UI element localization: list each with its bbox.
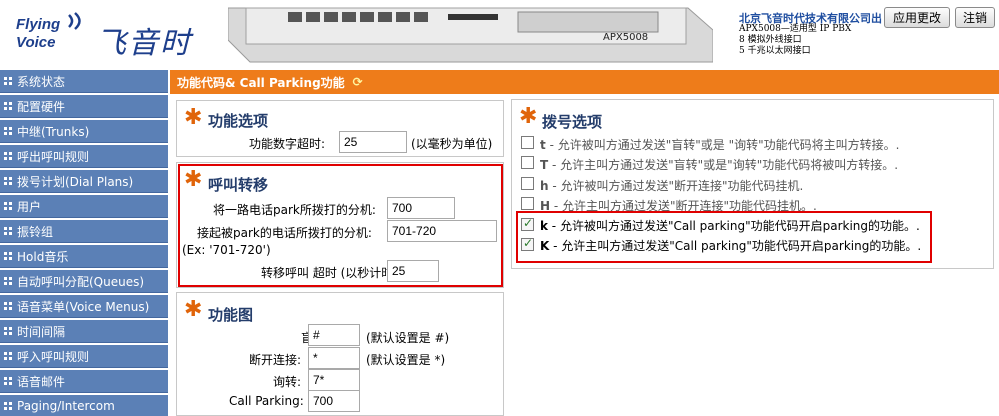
option-T-checkbox[interactable] [521, 156, 534, 169]
feature-map-panel: ✱ 功能图 盲转: (默认设置是 #) 断开连接: (默认设置是 *) 询转: … [176, 292, 504, 416]
disconnect-input[interactable] [308, 347, 360, 369]
sidebar: 系统状态 配置硬件 中继(Trunks) 呼出呼叫规则 拨号计划(Dial Pl… [0, 70, 168, 416]
feature-map-title: 功能图 [208, 306, 254, 324]
sidebar-item-label: 语音邮件 [17, 374, 66, 389]
device-image: APX5008 [228, 7, 713, 63]
star-icon: ✱ [184, 297, 203, 322]
sidebar-item-users[interactable]: 用户 [0, 195, 168, 218]
product-line-3: 5 千兆以太网接口 [739, 46, 811, 56]
parking-options-highlight [516, 211, 932, 263]
function-options-panel: ✱ 功能选项 功能数字超时: (以毫秒为单位) [176, 100, 504, 157]
option-h-label: h - 允许被叫方通过发送"断开连接"功能代码挂机. [540, 177, 803, 194]
sidebar-item-voicemail[interactable]: 语音邮件 [0, 370, 168, 393]
grid-icon [4, 326, 13, 336]
product-info: APX5008—适用型 IP PBX 8 模拟外线接口 5 千兆以太网接口 [739, 24, 851, 57]
blind-transfer-input[interactable] [308, 324, 360, 346]
option-text: - 允许被叫方通过发送"盲转"或是 "询转"功能代码将主叫方转接。. [545, 138, 900, 152]
sidebar-item-voice-menus[interactable]: 语音菜单(Voice Menus) [0, 295, 168, 318]
sidebar-item-outbound-rules[interactable]: 呼出呼叫规则 [0, 145, 168, 168]
device-label: APX5008 [603, 32, 648, 43]
logo-line1: Flying [16, 16, 61, 33]
option-key: T [540, 158, 549, 172]
logo-line2: Voice [16, 34, 56, 51]
grid-icon [4, 301, 13, 311]
dial-options-title: 拨号选项 [542, 113, 603, 131]
option-text: - 允许主叫方通过发送"盲转"或是"询转"功能代码将被叫方转接。. [548, 158, 899, 172]
header: Flying Voice 飞音时代 APX5008 北京飞音时代技术有限公司出 … [0, 0, 999, 105]
flyingvoice-logo: Flying Voice 飞音时代 [10, 6, 220, 105]
signal-wave-icon [68, 12, 81, 30]
sidebar-item-hold-music[interactable]: Hold音乐 [0, 245, 168, 268]
star-icon: ✱ [519, 104, 538, 129]
digit-timeout-unit: (以毫秒为单位) [411, 137, 493, 151]
sidebar-item-label: 振铃组 [17, 224, 54, 239]
logout-button[interactable]: 注销 [955, 7, 995, 28]
grid-icon [4, 176, 13, 186]
grid-icon [4, 76, 13, 86]
sidebar-item-trunks[interactable]: 中继(Trunks) [0, 120, 168, 143]
option-t-label: t - 允许被叫方通过发送"盲转"或是 "询转"功能代码将主叫方转接。. [540, 136, 899, 153]
product-line-2: 8 模拟外线接口 [739, 35, 802, 45]
star-icon: ✱ [184, 105, 203, 130]
sidebar-item-label: 呼入呼叫规则 [17, 349, 90, 364]
blind-transfer-default: (默认设置是 #) [366, 331, 450, 345]
page-title-bar: 功能代码& Call Parking功能 ⟳ [170, 70, 999, 94]
grid-icon [4, 226, 13, 236]
sidebar-item-label: Paging/Intercom [17, 399, 115, 413]
sidebar-item-label: 呼出呼叫规则 [17, 149, 90, 164]
page-title: 功能代码& Call Parking功能 [177, 75, 345, 90]
call-transfer-highlight [178, 164, 503, 287]
sidebar-item-label: 拨号计划(Dial Plans) [17, 174, 134, 189]
attended-transfer-input[interactable] [308, 369, 360, 391]
grid-icon [4, 376, 13, 386]
option-text: - 允许被叫方通过发送"断开连接"功能代码挂机. [548, 179, 804, 193]
grid-icon [4, 351, 13, 361]
sidebar-item-label: Hold音乐 [17, 249, 69, 264]
sidebar-item-label: 时间间隔 [17, 324, 66, 339]
option-key: h [540, 179, 549, 193]
digit-timeout-input[interactable] [339, 131, 407, 153]
digit-timeout-label: 功能数字超时: [249, 137, 326, 151]
option-H-checkbox[interactable] [521, 197, 534, 210]
disconnect-label: 断开连接: [249, 353, 302, 367]
sidebar-item-label: 语音菜单(Voice Menus) [17, 299, 150, 314]
refresh-icon[interactable]: ⟳ [353, 75, 363, 89]
grid-icon [4, 201, 13, 211]
grid-icon [4, 126, 13, 136]
option-T-label: T - 允许主叫方通过发送"盲转"或是"询转"功能代码将被叫方转接。. [540, 156, 898, 173]
product-line-1: APX5008—适用型 IP PBX [739, 24, 852, 34]
sidebar-item-ring-groups[interactable]: 振铃组 [0, 220, 168, 243]
sidebar-item-hardware[interactable]: 配置硬件 [0, 95, 168, 118]
sidebar-item-label: 配置硬件 [17, 99, 66, 114]
call-parking-label: Call Parking: [229, 394, 304, 408]
grid-icon [4, 151, 13, 161]
sidebar-item-label: 用户 [17, 199, 42, 214]
option-h-checkbox[interactable] [521, 177, 534, 190]
sidebar-item-label: 中继(Trunks) [17, 124, 90, 139]
sidebar-item-dial-plans[interactable]: 拨号计划(Dial Plans) [0, 170, 168, 193]
option-t-checkbox[interactable] [521, 136, 534, 149]
sidebar-item-queues[interactable]: 自动呼叫分配(Queues) [0, 270, 168, 293]
sidebar-item-label: 系统状态 [17, 74, 66, 89]
sidebar-item-time-intervals[interactable]: 时间间隔 [0, 320, 168, 343]
call-parking-input[interactable] [308, 390, 360, 412]
apply-changes-button[interactable]: 应用更改 [884, 7, 950, 28]
sidebar-item-system-status[interactable]: 系统状态 [0, 70, 168, 93]
grid-icon [4, 251, 13, 261]
logo-text: Flying Voice [16, 16, 60, 52]
grid-icon [4, 276, 13, 286]
disconnect-default: (默认设置是 *) [366, 353, 446, 367]
sidebar-item-inbound-rules[interactable]: 呼入呼叫规则 [0, 345, 168, 368]
sidebar-item-label: 自动呼叫分配(Queues) [17, 274, 145, 289]
grid-icon [4, 101, 13, 111]
attended-transfer-label: 询转: [273, 375, 302, 389]
grid-icon [4, 401, 13, 411]
sidebar-item-paging[interactable]: Paging/Intercom [0, 395, 168, 416]
function-options-title: 功能选项 [208, 112, 269, 130]
